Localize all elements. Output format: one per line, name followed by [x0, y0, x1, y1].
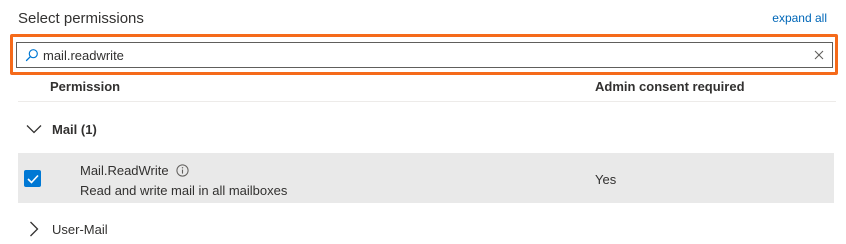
permission-row[interactable]: Mail.ReadWrite Read and write mail in al…	[18, 153, 834, 203]
close-icon[interactable]	[808, 43, 830, 67]
column-header-admin-consent: Admin consent required	[595, 79, 745, 94]
chevron-right-icon[interactable]	[22, 217, 46, 241]
info-icon[interactable]	[174, 162, 190, 178]
search-input[interactable]	[43, 44, 808, 66]
admin-consent-value: Yes	[595, 172, 617, 187]
permission-name: Mail.ReadWrite	[80, 163, 169, 178]
chevron-down-icon[interactable]	[22, 117, 46, 141]
permissions-panel: Select permissions expand all Permission…	[0, 0, 846, 244]
page-title: Select permissions	[18, 10, 144, 27]
group-label-mail: Mail (1)	[52, 121, 97, 137]
header-divider	[18, 101, 836, 102]
search-icon	[21, 43, 43, 67]
search-box[interactable]	[16, 42, 833, 68]
group-label-user-mail: User-Mail	[52, 221, 108, 237]
group-row-user-mail[interactable]: User-Mail	[18, 213, 108, 244]
permission-checkbox[interactable]	[24, 170, 41, 187]
permission-description: Read and write mail in all mailboxes	[80, 183, 288, 198]
expand-all-link[interactable]: expand all	[772, 11, 827, 25]
group-row-mail[interactable]: Mail (1)	[18, 113, 97, 145]
column-header-permission: Permission	[50, 79, 121, 94]
